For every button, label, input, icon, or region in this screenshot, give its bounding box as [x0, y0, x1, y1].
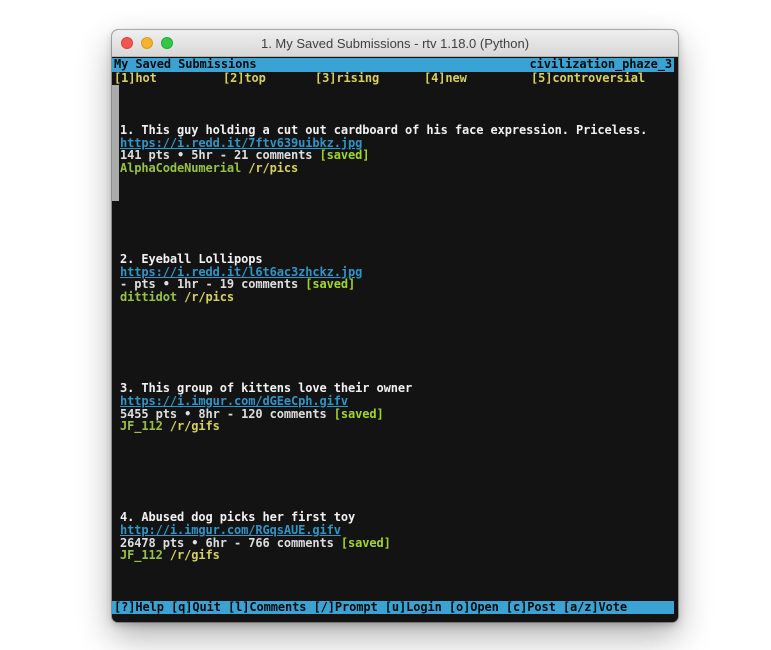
stats-text: 141 pts • 5hr - 21 comments: [120, 148, 320, 162]
minimize-button[interactable]: [141, 37, 153, 49]
zoom-button[interactable]: [161, 37, 173, 49]
submission-item[interactable]: 4. Abused dog picks her first toyhttp://…: [112, 472, 674, 588]
submission-title: 2. Eyeball Lollipops: [120, 253, 674, 266]
byline-space: [163, 419, 170, 433]
submission-title: 4. Abused dog picks her first toy: [120, 511, 674, 524]
submission-item[interactable]: 2. Eyeball Lollipopshttps://i.redd.it/l6…: [112, 214, 674, 330]
app-window: 1. My Saved Submissions - rtv 1.18.0 (Py…: [112, 30, 678, 622]
submission-list: 1. This guy holding a cut out cardboard …: [112, 85, 674, 601]
terminal: My Saved Submissions civilization_phaze_…: [112, 57, 678, 622]
subreddit-name[interactable]: /r/pics: [184, 290, 234, 304]
page-title: My Saved Submissions: [114, 58, 257, 72]
submission-title: 1. This guy holding a cut out cardboard …: [120, 124, 674, 137]
subreddit-name[interactable]: /r/pics: [248, 161, 298, 175]
stats-text: 5455 pts • 8hr - 120 comments: [120, 407, 334, 421]
window-title: 1. My Saved Submissions - rtv 1.18.0 (Py…: [261, 36, 529, 51]
author-name: JF_112: [120, 419, 163, 433]
logged-in-username: civilization_phaze_3: [530, 58, 673, 72]
stats-text: - pts • 1hr - 19 comments: [120, 277, 305, 291]
selection-cursor: [112, 85, 119, 201]
sort-tab-2[interactable]: [2]top: [223, 72, 266, 85]
saved-badge: [saved]: [341, 536, 391, 550]
submission-byline: JF_112 /r/gifs: [120, 549, 674, 562]
window-titlebar[interactable]: 1. My Saved Submissions - rtv 1.18.0 (Py…: [112, 30, 678, 57]
author-name: JF_112: [120, 548, 163, 562]
status-bar: [?]Help [q]Quit [l]Comments [/]Prompt [u…: [112, 601, 674, 615]
saved-badge: [saved]: [334, 407, 384, 421]
submission-lines: 2. Eyeball Lollipopshttps://i.redd.it/l6…: [120, 253, 674, 305]
close-button[interactable]: [121, 37, 133, 49]
submission-byline: dittidot /r/pics: [120, 291, 674, 304]
submission-item[interactable]: 1. This guy holding a cut out cardboard …: [112, 85, 674, 201]
subreddit-name[interactable]: /r/gifs: [170, 548, 220, 562]
sort-tab-3[interactable]: [3]rising: [315, 72, 379, 85]
sort-tab-1[interactable]: [1]hot: [114, 72, 157, 85]
submission-lines: 1. This guy holding a cut out cardboard …: [120, 124, 674, 176]
traffic-lights: [121, 30, 173, 56]
desktop: 1. My Saved Submissions - rtv 1.18.0 (Py…: [0, 0, 771, 650]
sort-tab-4[interactable]: [4]new: [424, 72, 467, 85]
submission-lines: 3. This group of kittens love their owne…: [120, 382, 674, 434]
author-name: AlphaCodeNumerial: [120, 161, 241, 175]
submission-lines: 4. Abused dog picks her first toyhttp://…: [120, 511, 674, 563]
sort-tab-5[interactable]: [5]controversial: [531, 72, 645, 85]
saved-badge: [saved]: [305, 277, 355, 291]
byline-space: [163, 548, 170, 562]
submission-byline: JF_112 /r/gifs: [120, 420, 674, 433]
submission-item[interactable]: 3. This group of kittens love their owne…: [112, 343, 674, 459]
stats-text: 26478 pts • 6hr - 766 comments: [120, 536, 341, 550]
sort-tabs: [1]hot [2]top [3]rising [4]new [5]controvers…: [112, 72, 674, 85]
saved-badge: [saved]: [320, 148, 370, 162]
submission-title: 3. This group of kittens love their owne…: [120, 382, 674, 395]
header-bar: My Saved Submissions civilization_phaze_…: [112, 58, 674, 72]
author-name: dittidot: [120, 290, 177, 304]
submission-byline: AlphaCodeNumerial /r/pics: [120, 162, 674, 175]
subreddit-name[interactable]: /r/gifs: [170, 419, 220, 433]
